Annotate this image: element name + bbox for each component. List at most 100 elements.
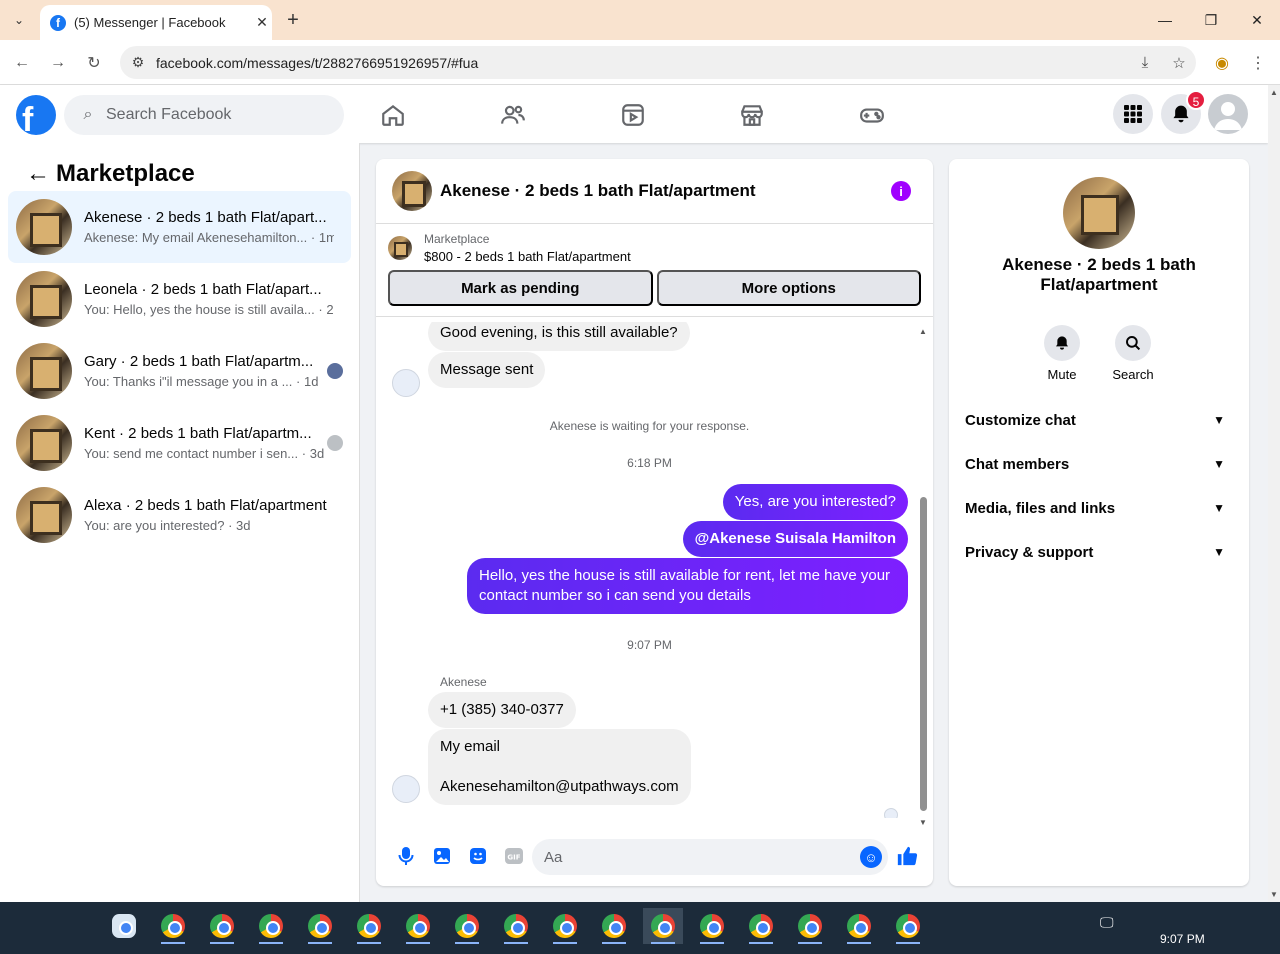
chrome-taskbar-icon[interactable] — [790, 908, 830, 944]
listing-thumbnail — [16, 271, 72, 327]
new-tab-icon[interactable]: + — [282, 8, 304, 32]
network-icon[interactable]: 🖵 — [1100, 914, 1114, 931]
tab-search-chevron-icon[interactable]: ⌄ — [6, 8, 32, 32]
photo-icon[interactable] — [424, 838, 460, 874]
listing-detail[interactable]: $800 - 2 beds 1 bath Flat/apartment — [424, 249, 921, 264]
chrome-taskbar-icon[interactable] — [839, 908, 879, 944]
message-input[interactable]: Aa ☺ — [532, 839, 888, 875]
thumbs-up-icon[interactable] — [891, 840, 923, 872]
gaming-icon[interactable] — [850, 93, 894, 137]
info-icon[interactable]: i — [891, 181, 911, 201]
chrome-taskbar-icon[interactable] — [300, 908, 340, 944]
chrome-taskbar-icon[interactable] — [349, 908, 389, 944]
bookmark-star-icon[interactable]: ☆ — [1162, 54, 1196, 72]
gif-icon[interactable]: GIF — [496, 838, 532, 874]
listing-thumbnail — [16, 343, 72, 399]
restore-icon[interactable]: ❐ — [1196, 8, 1226, 32]
emoji-icon[interactable]: ☺ — [860, 846, 882, 868]
chrome-taskbar-icon[interactable] — [545, 908, 585, 944]
chat-members-row[interactable]: Chat members ▼ — [965, 446, 1233, 482]
scroll-down-icon[interactable]: ▼ — [919, 818, 927, 827]
menu-grid-icon[interactable] — [1113, 94, 1153, 134]
reload-icon[interactable]: ↻ — [82, 51, 106, 75]
conversation-item[interactable]: Alexa · 2 beds 1 bath Flat/apartment You… — [8, 479, 351, 551]
chrome-taskbar-icon[interactable] — [594, 908, 634, 944]
facebook-logo-icon[interactable]: f — [16, 95, 56, 135]
close-tab-icon[interactable]: ✕ — [252, 14, 272, 31]
taskbar-clock[interactable]: 9:07 PM — [1160, 932, 1205, 946]
browser-tab[interactable]: f (5) Messenger | Facebook ✕ — [40, 5, 272, 40]
conversation-preview: You: are you interested? — [84, 518, 225, 533]
conversation-item[interactable]: Kent · 2 beds 1 bath Flat/apartm... You:… — [8, 407, 351, 479]
message-thread: Good evening, is this still available? M… — [376, 322, 933, 818]
url-text[interactable]: facebook.com/messages/t/2882766951926957… — [156, 55, 1128, 71]
scroll-up-icon[interactable]: ▲ — [919, 327, 927, 336]
chrome-taskbar-icon[interactable] — [398, 908, 438, 944]
chrome-taskbar-icon[interactable] — [692, 908, 732, 944]
privacy-support-row[interactable]: Privacy & support ▼ — [965, 534, 1233, 570]
media-files-links-row[interactable]: Media, files and links ▼ — [965, 490, 1233, 526]
scroll-down-icon[interactable]: ▼ — [1270, 890, 1278, 899]
mark-as-pending-button[interactable]: Mark as pending — [388, 270, 653, 306]
conversation-avatar[interactable] — [1063, 177, 1135, 249]
chrome-taskbar-icon[interactable] — [251, 908, 291, 944]
microphone-icon[interactable] — [388, 838, 424, 874]
svg-text:GIF: GIF — [507, 854, 520, 862]
browser-menu-icon[interactable]: ⋮ — [1246, 51, 1270, 75]
video-icon[interactable] — [611, 93, 655, 137]
url-omnibox[interactable]: ⚙ facebook.com/messages/t/28827669519269… — [120, 46, 1196, 79]
minimize-icon[interactable]: — — [1150, 8, 1180, 32]
install-app-icon[interactable]: ⤓ — [1128, 54, 1162, 71]
browser-tab-bar: ⌄ f (5) Messenger | Facebook ✕ + — ❐ ✕ — [0, 0, 1280, 40]
row-label: Customize chat — [965, 411, 1076, 429]
search-action[interactable]: Search — [1098, 325, 1168, 382]
page-scrollbar[interactable]: ▲ ▼ — [1268, 85, 1280, 902]
thread-scrollbar[interactable]: ▲ ▼ — [918, 327, 928, 827]
listing-thumbnail — [16, 415, 72, 471]
chat-title[interactable]: Akenese · 2 beds 1 bath Flat/apartment — [440, 181, 756, 201]
site-info-icon[interactable]: ⚙ — [120, 54, 156, 71]
incoming-message: Message sent — [428, 352, 546, 388]
conversation-item[interactable]: Akenese · 2 beds 1 bath Flat/apart... Ak… — [8, 191, 351, 263]
search-icon[interactable] — [1115, 325, 1151, 361]
friends-icon[interactable] — [491, 93, 535, 137]
row-label: Media, files and links — [965, 499, 1116, 517]
chrome-taskbar-icon[interactable] — [496, 908, 536, 944]
account-avatar[interactable] — [1208, 94, 1248, 134]
back-arrow-icon[interactable]: ← — [20, 160, 56, 188]
search-label: Search — [1112, 367, 1154, 382]
scroll-thumb[interactable] — [920, 497, 927, 811]
chrome-taskbar-icon[interactable] — [447, 908, 487, 944]
conversation-item[interactable]: Gary · 2 beds 1 bath Flat/apartm... You:… — [8, 335, 351, 407]
chat-avatar[interactable] — [392, 171, 432, 211]
profile-icon[interactable]: ◉ — [1210, 51, 1234, 75]
chrome-taskbar-icon[interactable] — [888, 908, 928, 944]
taskbar-app-icon[interactable] — [104, 908, 144, 944]
chrome-taskbar-icon-active[interactable] — [643, 908, 683, 944]
email-address[interactable]: Akenesehamilton@utpathways.com — [440, 777, 679, 797]
chrome-taskbar-icon[interactable] — [202, 908, 242, 944]
home-icon[interactable] — [371, 93, 415, 137]
conversation-item[interactable]: Leonela · 2 beds 1 bath Flat/apart... Yo… — [8, 263, 351, 335]
facebook-search-input[interactable]: ⌕ Search Facebook — [64, 95, 344, 135]
more-options-button[interactable]: More options — [656, 270, 921, 306]
timestamp: 6:18 PM — [627, 456, 672, 470]
search-placeholder: Search Facebook — [106, 106, 232, 123]
mute-action[interactable]: Mute — [1027, 325, 1097, 382]
waiting-notice: Akenese is waiting for your response. — [549, 419, 750, 433]
chrome-taskbar-icon[interactable] — [153, 908, 193, 944]
sender-name: Akenese — [440, 675, 487, 689]
forward-arrow-icon[interactable]: → — [46, 51, 70, 75]
marketplace-icon[interactable] — [730, 93, 774, 137]
bell-icon[interactable] — [1044, 325, 1080, 361]
sender-avatar — [392, 369, 420, 397]
chrome-taskbar-icon[interactable] — [741, 908, 781, 944]
customize-chat-row[interactable]: Customize chat ▼ — [965, 402, 1233, 438]
scroll-up-icon[interactable]: ▲ — [1270, 88, 1278, 97]
conversation-time: · 1d — [296, 374, 319, 389]
sticker-icon[interactable] — [460, 838, 496, 874]
window-close-icon[interactable]: ✕ — [1242, 8, 1272, 32]
email-label: My email — [440, 738, 501, 755]
marketplace-header: ← Marketplace — [0, 143, 359, 191]
back-arrow-icon[interactable]: ← — [10, 51, 34, 75]
